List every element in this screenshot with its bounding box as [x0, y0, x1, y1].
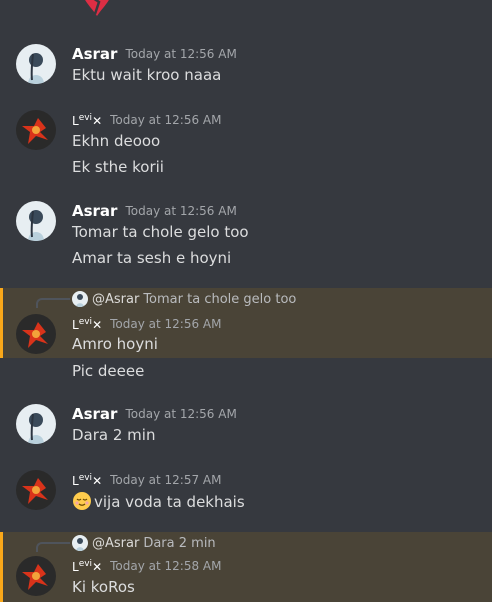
- message-group: Levi✕ Today at 12:57 AM vija voda ta dek…: [0, 466, 492, 524]
- message-text: Pic deeee: [72, 362, 145, 380]
- timestamp: Today at 12:56 AM: [110, 113, 222, 127]
- username[interactable]: Levi✕: [72, 317, 102, 332]
- username[interactable]: Levi✕: [72, 473, 102, 488]
- username-initial: L: [72, 559, 79, 574]
- username-initial: L: [72, 113, 79, 128]
- reply-username: @Asrar: [92, 535, 140, 551]
- username-tail: ✕: [92, 317, 103, 332]
- message-text: Amar ta sesh e hoyni: [72, 249, 232, 267]
- message-text: Tomar ta chole gelo too: [72, 223, 249, 241]
- message-text: Dara 2 min: [72, 426, 156, 444]
- username-superscript: evi: [78, 558, 93, 569]
- username-superscript: evi: [78, 472, 93, 483]
- username-tail: ✕: [92, 113, 103, 128]
- username-tail: ✕: [92, 473, 103, 488]
- reply-spine: [36, 298, 70, 308]
- message-text: Ek sthe korii: [72, 158, 164, 176]
- avatar[interactable]: [16, 556, 56, 596]
- chat-messages: Asrar Today at 12:56 AM Ektu wait kroo n…: [0, 0, 492, 602]
- reply-spine: [36, 542, 70, 552]
- avatar[interactable]: [16, 404, 56, 444]
- username[interactable]: Asrar: [72, 405, 117, 423]
- avatar[interactable]: [16, 470, 56, 510]
- username-initial: L: [72, 317, 79, 332]
- message-text: Ki koRos: [72, 578, 135, 596]
- timestamp: Today at 12:56 AM: [125, 204, 237, 218]
- message-group-mention: @Asrar Tomar ta chole gelo too Levi✕ Tod…: [0, 288, 492, 358]
- message-group-continuation: Pic deeee: [0, 358, 492, 386]
- message-text: Ektu wait kroo naaa: [72, 66, 222, 84]
- reply-preview[interactable]: @Asrar Tomar ta chole gelo too: [72, 290, 296, 308]
- message-group: Levi✕ Today at 12:56 AM Ekhn deooo Ek st…: [0, 106, 492, 186]
- username-tail: ✕: [92, 559, 103, 574]
- reply-text: Tomar ta chole gelo too: [143, 291, 297, 307]
- reply-username: @Asrar: [92, 291, 140, 307]
- avatar[interactable]: [16, 110, 56, 150]
- timestamp: Today at 12:56 AM: [125, 407, 237, 421]
- avatar[interactable]: [16, 44, 56, 84]
- message-text: Amro hoyni: [72, 335, 158, 353]
- message-group: Asrar Today at 12:56 AM Ektu wait kroo n…: [0, 40, 492, 92]
- relieved-face-icon: [73, 492, 91, 510]
- reply-text: Dara 2 min: [143, 535, 216, 551]
- message-text: vija voda ta dekhais: [94, 493, 245, 511]
- username-superscript: evi: [78, 112, 93, 123]
- username-superscript: evi: [78, 316, 93, 327]
- timestamp: Today at 12:56 AM: [110, 317, 222, 331]
- timestamp: Today at 12:57 AM: [110, 473, 222, 487]
- username[interactable]: Levi✕: [72, 113, 102, 128]
- reply-preview[interactable]: @Asrar Dara 2 min: [72, 534, 216, 552]
- reply-avatar: [72, 291, 88, 307]
- message-text: Ekhn deooo: [72, 132, 161, 150]
- username[interactable]: Asrar: [72, 45, 117, 63]
- timestamp: Today at 12:58 AM: [110, 559, 222, 573]
- reply-avatar: [72, 535, 88, 551]
- message-text-row: vija voda ta dekhais: [72, 491, 245, 511]
- broken-heart-emoji: [85, 0, 109, 16]
- username-initial: L: [72, 473, 79, 488]
- avatar[interactable]: [16, 201, 56, 241]
- timestamp: Today at 12:56 AM: [125, 47, 237, 61]
- message-group: Asrar Today at 12:56 AM Dara 2 min: [0, 402, 492, 454]
- message-group-mention: @Asrar Dara 2 min Levi✕ Today at 12:58 A…: [0, 532, 492, 602]
- message-group: Asrar Today at 12:56 AM Tomar ta chole g…: [0, 197, 492, 277]
- avatar[interactable]: [16, 314, 56, 354]
- username[interactable]: Levi✕: [72, 559, 102, 574]
- username[interactable]: Asrar: [72, 202, 117, 220]
